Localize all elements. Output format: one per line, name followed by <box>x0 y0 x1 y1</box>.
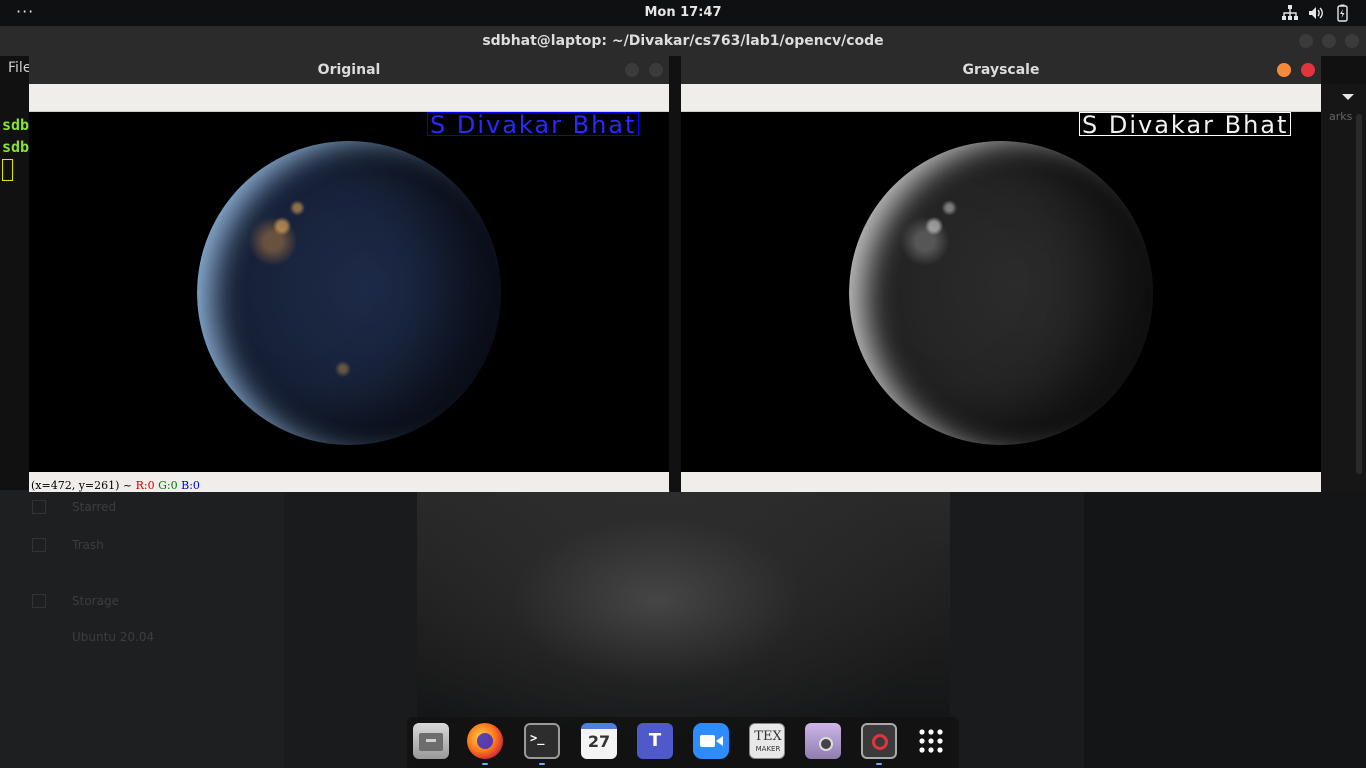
volume-icon[interactable] <box>1307 4 1325 22</box>
original-close-button[interactable] <box>649 63 663 77</box>
sidebar-item-starred[interactable]: Starred <box>72 500 116 514</box>
grayscale-titlebar[interactable]: Grayscale <box>681 56 1321 84</box>
firefox-icon[interactable] <box>467 723 503 759</box>
terminal-menu-file[interactable]: File <box>8 60 31 76</box>
files-app-side-panel <box>1084 490 1366 768</box>
desktop: Starred Trash Storage Ubuntu 20.04 ··· M… <box>0 0 1366 768</box>
status-green-value: G:0 <box>158 479 178 492</box>
screenshot-icon[interactable] <box>805 723 841 759</box>
original-title: Original <box>317 62 381 78</box>
grayscale-window[interactable]: Grayscale S Divakar Bhat <box>681 56 1321 492</box>
original-image-canvas[interactable]: S Divakar Bhat <box>29 112 669 472</box>
terminal-running-indicator <box>539 763 545 765</box>
original-status-bar: (x=472, y=261) ~ R:0 G:0 B:0 <box>29 472 669 492</box>
blocked-app-icon[interactable] <box>861 723 897 759</box>
grayscale-status-bar <box>681 472 1321 492</box>
sidebar-item-ubuntu[interactable]: Ubuntu 20.04 <box>72 630 154 644</box>
original-minimize-button[interactable] <box>625 63 639 77</box>
earth-image <box>197 141 501 445</box>
app-grid-icon[interactable] <box>913 723 949 759</box>
grayscale-toolbar <box>681 84 1321 112</box>
grayscale-title: Grayscale <box>962 62 1040 78</box>
terminal-close-button[interactable] <box>1345 34 1359 48</box>
original-toolbar <box>29 84 669 112</box>
firefox-running-indicator <box>482 763 488 765</box>
earth-grayscale-image <box>849 141 1153 445</box>
terminal-right-panel: arks <box>1321 84 1366 492</box>
overlay-text-grayscale: S Divakar Bhat <box>1079 112 1292 137</box>
chevron-down-icon[interactable] <box>1341 92 1355 102</box>
files-icon[interactable] <box>413 723 449 759</box>
grayscale-minimize-button[interactable] <box>1277 63 1291 77</box>
zoom-icon[interactable] <box>693 723 729 759</box>
original-window[interactable]: Original S Divakar Bhat (x=472, y=261) ~… <box>29 56 669 492</box>
sidebar-item-storage[interactable]: Storage <box>72 594 119 608</box>
clock[interactable]: Mon 17:47 <box>0 5 1366 20</box>
files-app-sidebar: Starred Trash Storage Ubuntu 20.04 <box>0 490 284 768</box>
teams-icon[interactable]: T <box>637 723 673 759</box>
sidebar-item-trash[interactable]: Trash <box>72 538 104 552</box>
terminal-titlebar[interactable]: sdbhat@laptop: ~/Divakar/cs763/lab1/open… <box>0 26 1366 56</box>
trash-icon <box>32 538 46 552</box>
texmaker-icon[interactable]: TEX MAKER <box>749 723 785 759</box>
starred-icon <box>32 500 46 514</box>
dock: >_ 27 T TEX MAKER <box>407 717 959 768</box>
top-bar: ··· Mon 17:47 <box>0 0 1366 26</box>
status-blue-value: B:0 <box>181 479 200 492</box>
original-titlebar[interactable]: Original <box>29 56 669 84</box>
grayscale-close-button[interactable] <box>1301 63 1315 77</box>
terminal-cursor <box>2 159 13 181</box>
battery-icon[interactable] <box>1333 4 1351 22</box>
overlay-text-original: S Divakar Bhat <box>427 112 640 137</box>
blocked-app-running-indicator <box>876 763 882 765</box>
terminal-minimize-button[interactable] <box>1299 34 1313 48</box>
calendar-icon[interactable]: 27 <box>581 723 617 759</box>
background-label: arks <box>1329 110 1353 123</box>
status-coords: (x=472, y=261) ~ <box>31 479 136 492</box>
network-icon[interactable] <box>1281 4 1299 22</box>
grayscale-image-canvas[interactable]: S Divakar Bhat <box>681 112 1321 472</box>
terminal-title: sdbhat@laptop: ~/Divakar/cs763/lab1/open… <box>482 33 884 49</box>
terminal-icon[interactable]: >_ <box>524 723 560 759</box>
storage-icon <box>32 594 46 608</box>
status-red-value: R:0 <box>135 479 155 492</box>
scrollbar[interactable] <box>1356 114 1362 474</box>
terminal-maximize-button[interactable] <box>1322 34 1336 48</box>
